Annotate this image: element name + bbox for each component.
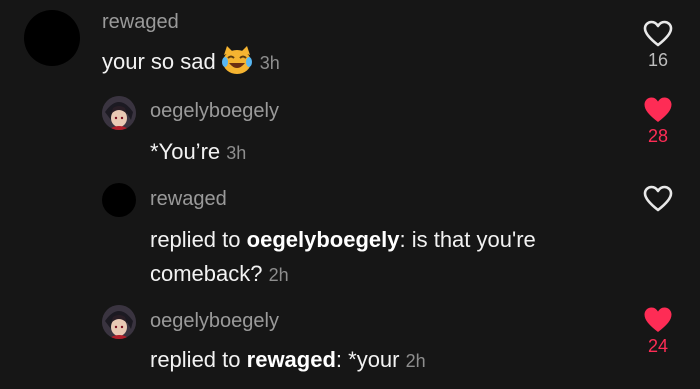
reply-to-username[interactable]: rewaged xyxy=(247,347,336,372)
crying-laughing-cat-emoji-icon xyxy=(220,45,254,75)
avatar[interactable] xyxy=(24,10,80,66)
comment-username[interactable]: oegelyboegely xyxy=(150,310,279,333)
comment-timestamp: 2h xyxy=(405,351,426,371)
comment-text: : *your xyxy=(335,347,400,372)
reply-prefix: replied to xyxy=(150,347,241,372)
comment-text: *You’re xyxy=(150,139,221,164)
avatar[interactable] xyxy=(102,96,136,130)
reply-prefix: replied to xyxy=(150,227,241,252)
like-button[interactable]: 16 xyxy=(633,20,683,71)
comment-text: : is that you're xyxy=(399,227,536,252)
comment-username[interactable]: rewaged xyxy=(150,188,227,211)
like-button[interactable]: 28 xyxy=(633,96,683,147)
avatar-image xyxy=(102,305,136,339)
like-count: 16 xyxy=(647,50,669,70)
comment-timestamp: 2h xyxy=(268,265,289,285)
heart-filled-icon xyxy=(644,307,672,332)
like-count: 28 xyxy=(647,126,669,146)
comment-text-continued: comeback? xyxy=(150,261,263,286)
comment-username[interactable]: oegelyboegely xyxy=(150,100,279,123)
heart-filled-icon xyxy=(644,97,672,122)
avatar[interactable] xyxy=(102,183,136,217)
comment-text-row: your so sad 3h xyxy=(102,44,280,81)
like-button[interactable]: 24 xyxy=(633,306,683,357)
comments-screen: { "comments": [ { "username": "rewaged",… xyxy=(0,0,700,389)
avatar[interactable] xyxy=(102,305,136,339)
like-count: 24 xyxy=(647,336,669,356)
comment-timestamp: 3h xyxy=(226,143,247,163)
comment-username[interactable]: rewaged xyxy=(102,11,179,34)
reply-to-username[interactable]: oegelyboegely xyxy=(247,227,400,252)
heart-outline-icon xyxy=(643,20,673,47)
comment-text: your so sad xyxy=(102,49,216,74)
avatar-image xyxy=(102,96,136,130)
comment-text-line-2: comeback? 2h xyxy=(150,256,289,293)
comment-text-line-1: replied to oegelyboegely: is that you're xyxy=(150,222,536,258)
heart-outline-icon xyxy=(643,185,673,212)
comment-text-row: replied to rewaged: *your 2h xyxy=(150,342,426,379)
comment-timestamp: 3h xyxy=(259,53,280,73)
comment-text-row: *You’re 3h xyxy=(150,134,246,171)
like-button[interactable] xyxy=(633,185,683,215)
